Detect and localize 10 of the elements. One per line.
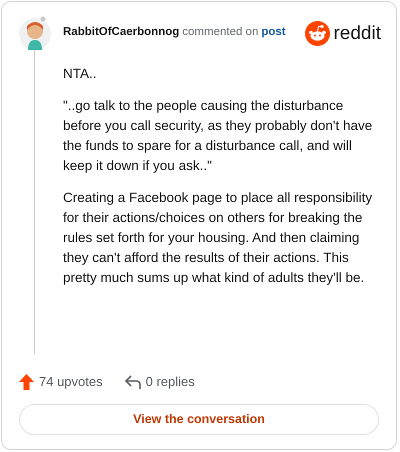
action-text: commented on xyxy=(182,25,258,40)
post-link[interactable]: post xyxy=(261,24,286,42)
comment-paragraph: Creating a Facebook page to place all responsibility for their actions/choices on others for breaking the rules set forth for your housing. And then claiming they can't afford the results of their actions. This pretty much sums up what kind of adults they'll be. xyxy=(63,189,374,287)
reply-count: 0 replies xyxy=(146,373,195,391)
username[interactable]: RabbitOfCaerbonnog xyxy=(63,24,180,42)
brand-name: reddit xyxy=(333,24,381,42)
view-conversation-button[interactable]: View the conversation xyxy=(19,404,379,434)
comment-paragraph: NTA.. xyxy=(63,65,98,83)
upvote-count: 74 upvotes xyxy=(39,373,103,391)
comment-paragraph: "..go talk to the people causing the disturbance before you call security, as they probably don't have the funds to spare for a disturbance call, and will keep it down if you ask.." xyxy=(63,97,374,175)
